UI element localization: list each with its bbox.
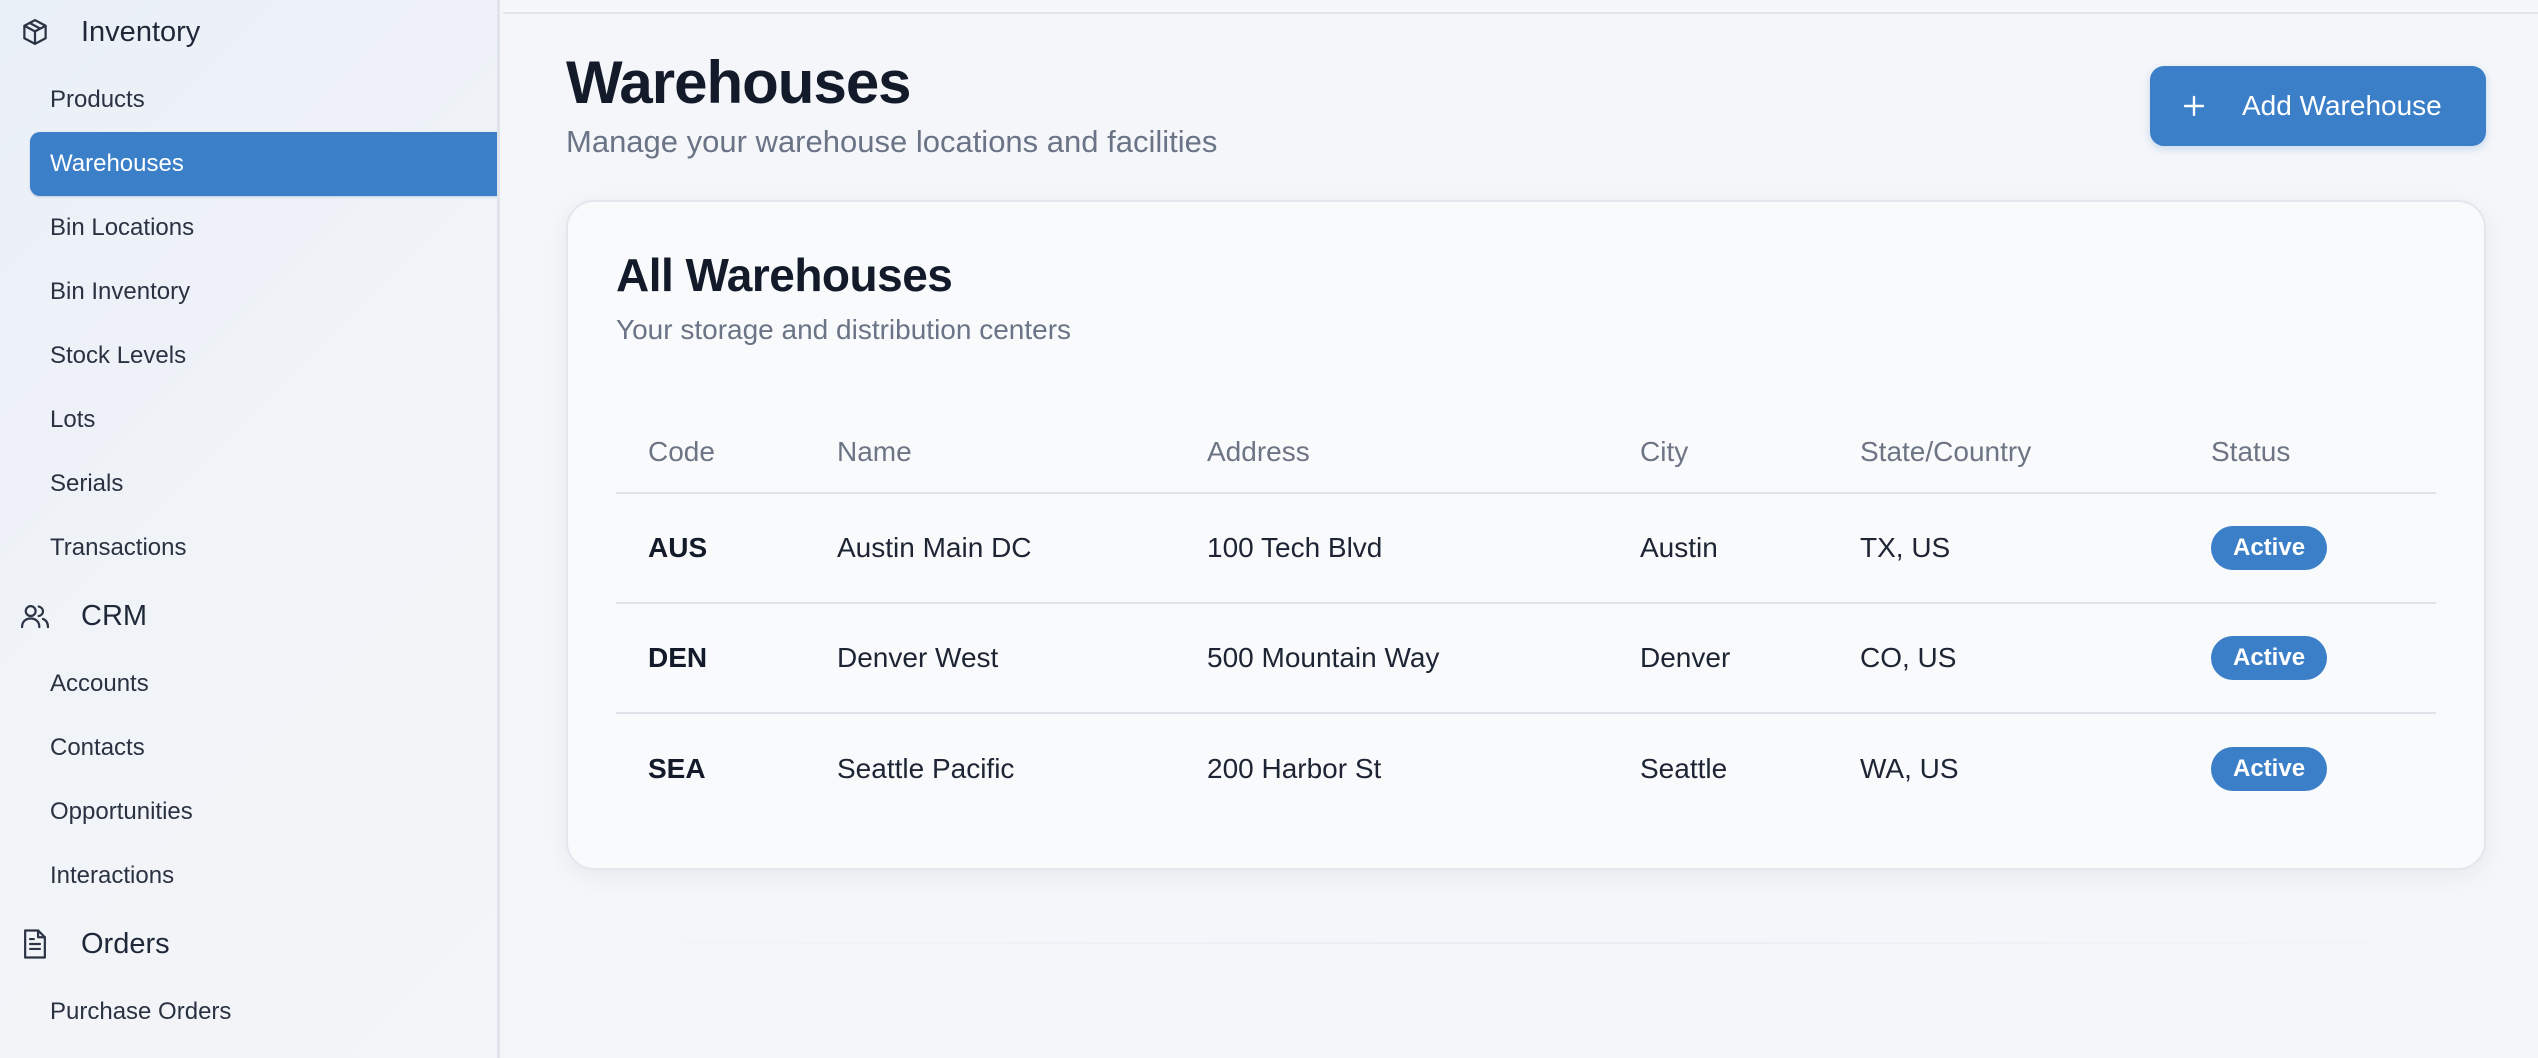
sidebar-item-accounts[interactable]: Accounts <box>30 652 497 716</box>
table-header-row: Code Name Address City State/Country Sta… <box>616 412 2436 494</box>
warehouses-table: Code Name Address City State/Country Sta… <box>616 412 2436 824</box>
column-header-status[interactable]: Status <box>2211 412 2290 492</box>
warehouses-card: All Warehouses Your storage and distribu… <box>566 200 2486 870</box>
top-bar-divider <box>503 0 2538 14</box>
sidebar-item-lots[interactable]: Lots <box>30 388 497 452</box>
sidebar-section-crm[interactable]: CRM <box>18 592 147 640</box>
cell-status: Active <box>2211 604 2328 712</box>
sidebar-section-label: CRM <box>81 599 148 632</box>
sidebar-item-warehouses[interactable]: Warehouses <box>30 132 497 196</box>
cell-code: AUS <box>648 532 708 563</box>
card-title: All Warehouses <box>616 249 953 301</box>
column-header-name[interactable]: Name <box>837 412 912 492</box>
sidebar-item-bin-locations[interactable]: Bin Locations <box>30 196 497 260</box>
sidebar-item-products[interactable]: Products <box>30 68 497 132</box>
table-row[interactable]: DEN Denver West 500 Mountain Way Denver … <box>616 604 2436 714</box>
cell-city: Denver <box>1640 642 1731 673</box>
sidebar-section-label: Inventory <box>81 15 201 48</box>
table-row[interactable]: AUS Austin Main DC 100 Tech Blvd Austin … <box>616 494 2436 604</box>
cell-code: DEN <box>648 642 708 673</box>
status-badge: Active <box>2211 636 2328 680</box>
status-badge: Active <box>2211 526 2328 570</box>
sidebar-item-transactions[interactable]: Transactions <box>30 516 497 580</box>
sidebar-section-orders[interactable]: Orders <box>18 920 170 968</box>
sidebar-section-inventory[interactable]: Inventory <box>18 8 200 56</box>
sidebar-item-stock-levels[interactable]: Stock Levels <box>30 324 497 388</box>
cell-city: Austin <box>1640 532 1718 563</box>
document-icon <box>18 927 52 961</box>
users-icon <box>18 599 52 633</box>
page-subtitle: Manage your warehouse locations and faci… <box>566 124 1218 159</box>
sidebar-item-opportunities[interactable]: Opportunities <box>30 780 497 844</box>
page-title: Warehouses <box>566 49 912 116</box>
sidebar-item-interactions[interactable]: Interactions <box>30 844 497 908</box>
divider <box>566 942 2486 944</box>
cell-address: 200 Harbor St <box>1207 753 1382 784</box>
column-header-code[interactable]: Code <box>648 412 715 492</box>
table-row[interactable]: SEA Seattle Pacific 200 Harbor St Seattl… <box>616 714 2436 824</box>
sidebar-item-purchase-orders[interactable]: Purchase Orders <box>30 980 497 1044</box>
card-subtitle: Your storage and distribution centers <box>616 314 1072 345</box>
cell-state-country: TX, US <box>1860 532 1951 563</box>
cell-status: Active <box>2211 494 2328 602</box>
status-badge: Active <box>2211 747 2328 791</box>
cell-address: 100 Tech Blvd <box>1207 532 1383 563</box>
cell-address: 500 Mountain Way <box>1207 642 1440 673</box>
plus-icon <box>2180 92 2208 120</box>
column-header-city[interactable]: City <box>1640 412 1688 492</box>
column-header-address[interactable]: Address <box>1207 412 1310 492</box>
cell-city: Seattle <box>1640 753 1728 784</box>
add-warehouse-button-label: Add Warehouse <box>2242 90 2442 121</box>
cell-state-country: WA, US <box>1860 753 1959 784</box>
cell-state-country: CO, US <box>1860 642 1957 673</box>
sidebar-section-label: Orders <box>81 927 170 960</box>
column-header-state-country[interactable]: State/Country <box>1860 412 2031 492</box>
main-content: Warehouses Manage your warehouse locatio… <box>503 0 2538 1058</box>
sidebar-item-contacts[interactable]: Contacts <box>30 716 497 780</box>
box-icon <box>18 15 52 49</box>
sidebar: Inventory Products Warehouses Bin Locati… <box>0 0 500 1058</box>
cell-name: Seattle Pacific <box>837 753 1015 784</box>
add-warehouse-button[interactable]: Add Warehouse <box>2150 66 2486 146</box>
cell-name: Austin Main DC <box>837 532 1032 563</box>
sidebar-item-bin-inventory[interactable]: Bin Inventory <box>30 260 497 324</box>
cell-status: Active <box>2211 714 2328 824</box>
cell-name: Denver West <box>837 642 999 673</box>
sidebar-item-serials[interactable]: Serials <box>30 452 497 516</box>
cell-code: SEA <box>648 753 706 784</box>
